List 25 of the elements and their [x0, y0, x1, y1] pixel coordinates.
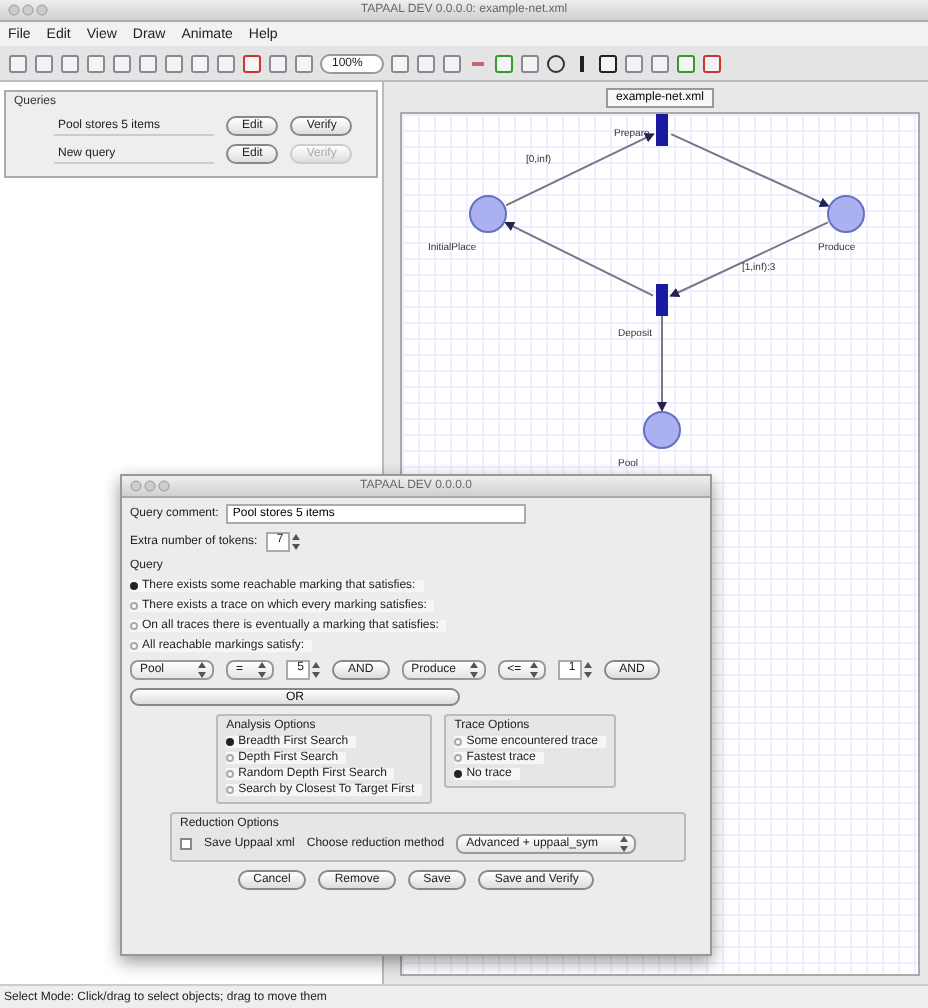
checkbox[interactable] — [180, 838, 192, 850]
circle-icon[interactable] — [546, 53, 567, 73]
radio-dot[interactable] — [130, 642, 138, 650]
radio-dot[interactable] — [130, 622, 138, 630]
radio-dot[interactable] — [454, 754, 463, 762]
transition-bar — [656, 284, 668, 316]
stepper-icon[interactable] — [529, 662, 538, 678]
stepper-icon[interactable] — [258, 662, 266, 678]
radio-dot[interactable] — [226, 770, 235, 778]
stepper-icon[interactable] — [469, 662, 478, 678]
radio-dot[interactable] — [226, 786, 235, 794]
place-circle — [469, 195, 507, 233]
window-controls-icon[interactable] — [130, 480, 170, 492]
radio-dot[interactable] — [226, 738, 235, 746]
stepper-icon[interactable] — [620, 836, 629, 852]
radio-dot[interactable] — [226, 754, 235, 762]
stepper-icon[interactable] — [198, 662, 206, 678]
transition-bar — [656, 114, 668, 146]
window-controls-icon[interactable] — [8, 4, 48, 16]
radio-dot[interactable] — [130, 582, 138, 590]
place-circle — [827, 195, 865, 233]
radio-dot[interactable] — [130, 602, 138, 610]
place-circle — [643, 411, 681, 449]
radio-dot[interactable] — [454, 738, 463, 746]
radio-dot[interactable] — [454, 770, 463, 778]
